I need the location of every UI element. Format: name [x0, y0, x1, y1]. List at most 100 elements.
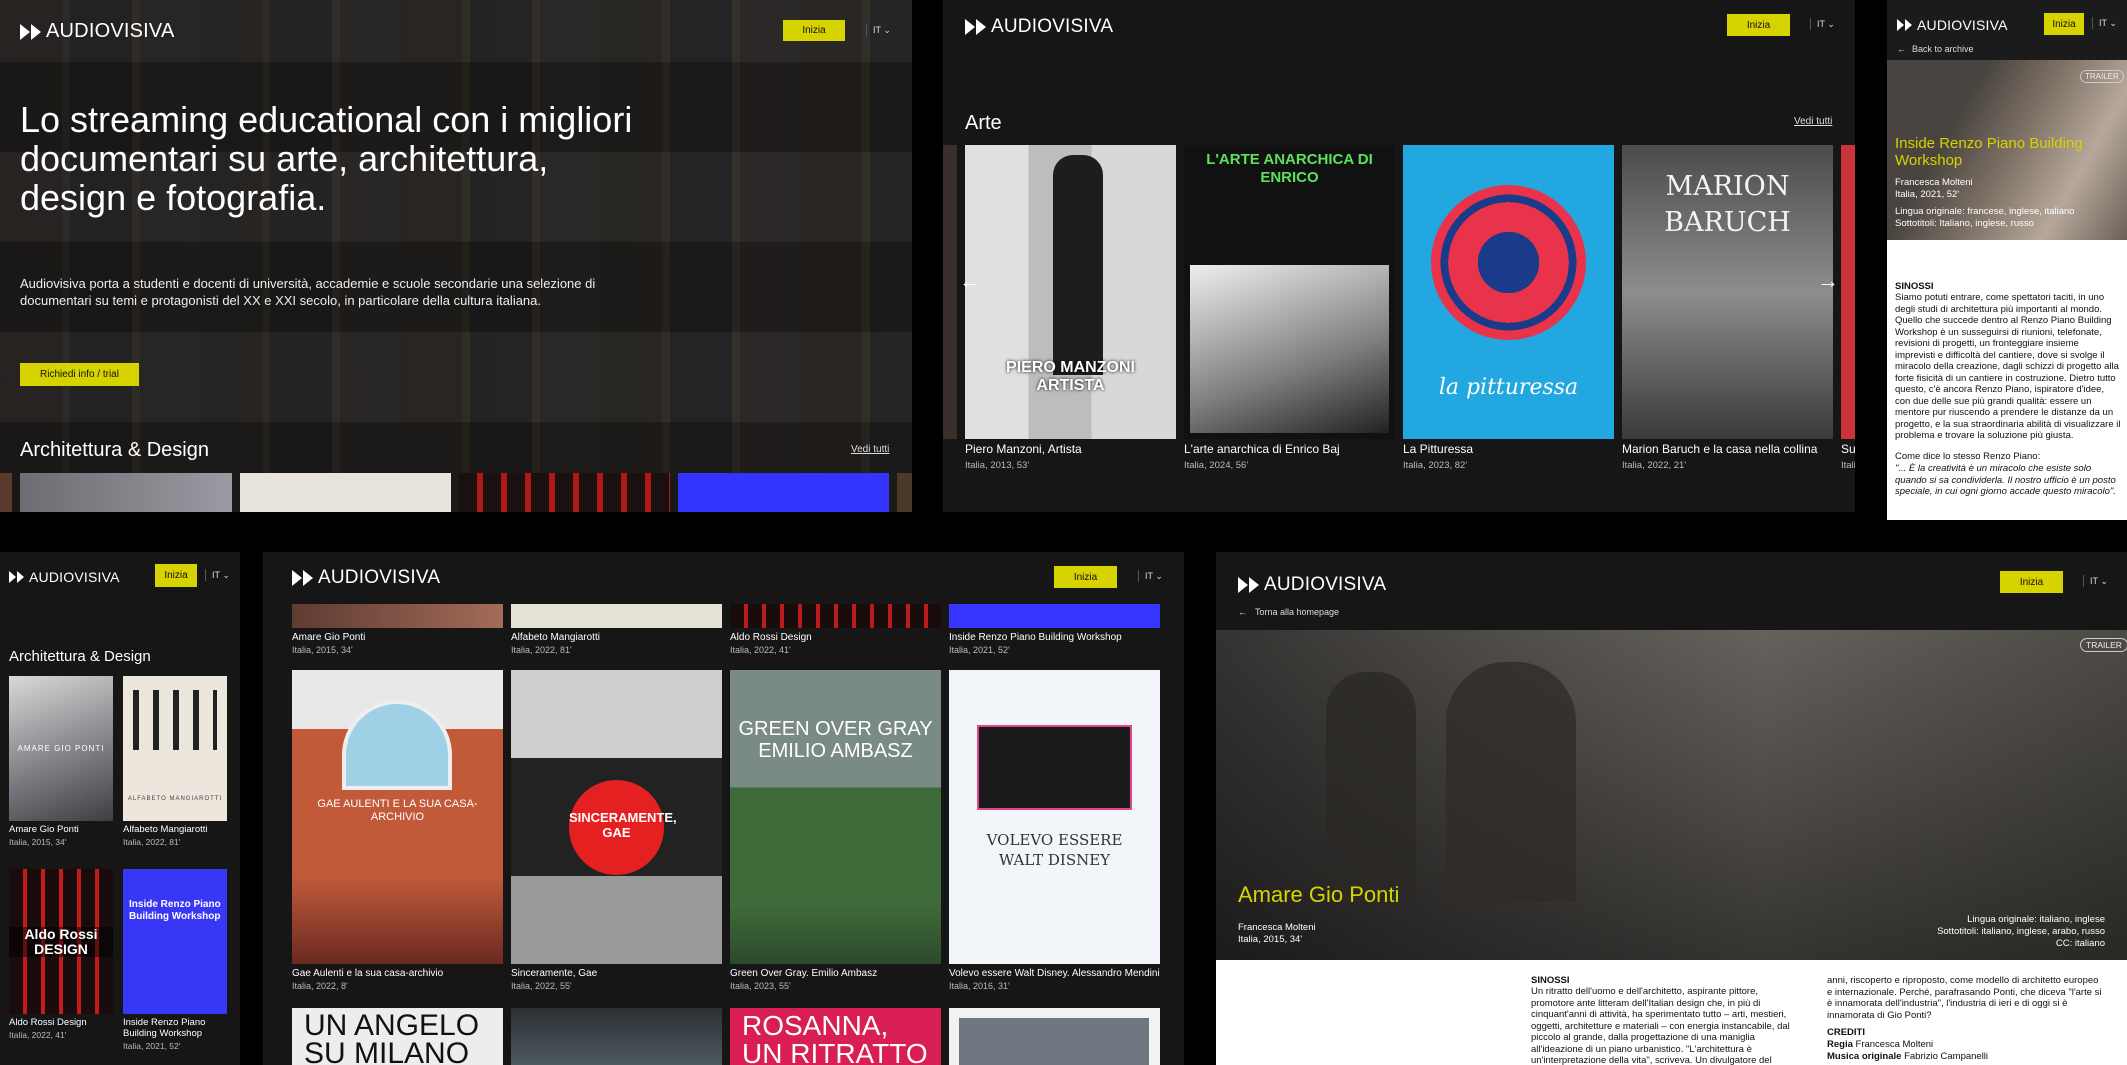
detail-title: Amare Gio Ponti: [1238, 882, 1400, 907]
item-title[interactable]: Aldo Rossi Design: [9, 1017, 113, 1029]
poster-un-angelo-su-milano[interactable]: UN ANGELO SU MILANO: [292, 1008, 503, 1065]
detail-subtitles: Sottotitoli: Italiano, inglese, russo: [1895, 218, 2034, 229]
carousel-thumb[interactable]: [459, 473, 670, 512]
poster-aldo-rossi-design[interactable]: Aldo Rossi DESIGN: [9, 869, 113, 1014]
start-button[interactable]: Inizia: [155, 564, 197, 587]
grid-item-caption: Green Over Gray. Emilio Ambasz Italia, 20…: [730, 968, 941, 991]
poster-cropped[interactable]: [511, 1008, 722, 1065]
brand-name: AUDIOVISIVA: [1264, 574, 1387, 595]
item-title[interactable]: Aldo Rossi Design: [730, 632, 941, 644]
start-button[interactable]: Inizia: [2044, 13, 2084, 35]
back-link[interactable]: ← Back to archive: [1897, 44, 1974, 54]
item-title[interactable]: Gae Aulenti e la sua casa-archivio: [292, 968, 503, 980]
poster-cropped[interactable]: [949, 604, 1160, 628]
poster-sinceramente-gae[interactable]: SINCERAMENTE, GAE: [511, 670, 722, 964]
poster-cropped[interactable]: [511, 604, 722, 628]
item-title[interactable]: Marion Baruch e la casa nella collina: [1622, 442, 1832, 457]
poster-enrico-baj[interactable]: L'ARTE ANARCHICA DI ENRICO: [1184, 145, 1395, 439]
poster-alfabeto-mangiarotti[interactable]: ALFABETO MANGIAROTTI: [123, 676, 227, 821]
home-panel: AUDIOVISIVA Inizia IT ⌄ Lo streaming edu…: [0, 0, 912, 512]
chevron-down-icon: ⌄: [883, 25, 891, 35]
brand-logo[interactable]: AUDIOVISIVA: [20, 20, 175, 43]
start-button[interactable]: Inizia: [783, 20, 845, 41]
see-all-link[interactable]: Vedi tutti: [851, 444, 889, 455]
item-title[interactable]: Amare Gio Ponti: [9, 824, 113, 836]
brand-logo[interactable]: AUDIOVISIVA: [1238, 574, 1386, 596]
start-button[interactable]: Inizia: [1054, 566, 1117, 588]
chevron-down-icon: ⌄: [1155, 571, 1163, 581]
chevron-down-icon: ⌄: [2100, 576, 2108, 586]
language-selector[interactable]: IT ⌄: [866, 24, 891, 36]
poster-marion-baruch[interactable]: MARION BARUCH: [1622, 145, 1833, 439]
language-selector[interactable]: IT ⌄: [205, 569, 230, 581]
item-title[interactable]: Volevo essere Walt Disney. Alessandro Me…: [949, 968, 1160, 980]
item-meta: Italia, 2016, 31': [949, 980, 1010, 991]
poster-title-text: GAE AULENTI E LA SUA CASA-ARCHIVIO: [317, 798, 478, 823]
item-title[interactable]: L'arte anarchica di Enrico Baj: [1184, 442, 1394, 457]
poster-volevo-essere-walt-disney[interactable]: VOLEVO ESSERE WALT DISNEY: [949, 670, 1160, 964]
carousel-thumb[interactable]: [897, 473, 912, 512]
back-link[interactable]: ← Torna alla homepage: [1238, 607, 1339, 617]
language-label: IT: [212, 570, 220, 580]
language-selector[interactable]: IT ⌄: [2092, 17, 2117, 29]
carousel-thumb[interactable]: [0, 473, 12, 512]
arrow-right-icon[interactable]: →: [1817, 268, 1839, 294]
poster-la-pitturessa[interactable]: la pitturessa: [1403, 145, 1614, 439]
poster-title-text: VOLEVO ESSERE WALT DISNEY: [986, 831, 1123, 869]
brand-logo[interactable]: AUDIOVISIVA: [1897, 17, 2008, 33]
poster-inside-renzo-piano[interactable]: Inside Renzo Piano Building Workshop: [123, 869, 227, 1014]
brand-logo[interactable]: AUDIOVISIVA: [965, 16, 1113, 38]
detail-desktop-panel: AUDIOVISIVA Inizia IT ⌄ ← Torna alla home…: [1216, 552, 2127, 1065]
item-title[interactable]: Sinceramente, Gae: [511, 968, 722, 980]
language-selector[interactable]: IT ⌄: [1138, 570, 1163, 582]
item-meta: Italia, 2022, 55': [511, 980, 572, 991]
language-label: IT: [873, 25, 881, 35]
item-title[interactable]: Amare Gio Ponti: [292, 632, 503, 644]
poster-cropped[interactable]: [949, 1008, 1160, 1065]
trailer-badge[interactable]: TRAILER: [2080, 638, 2127, 652]
language-selector[interactable]: IT ⌄: [1810, 18, 1835, 30]
hero-description: Audiovisiva porta a studenti e docenti d…: [20, 276, 596, 308]
item-title[interactable]: Inside Renzo Piano Building Workshop: [949, 632, 1160, 644]
item-title[interactable]: Green Over Gray. Emilio Ambasz: [730, 968, 941, 980]
brand-logo[interactable]: AUDIOVISIVA: [9, 569, 120, 585]
start-button[interactable]: Inizia: [2000, 571, 2063, 593]
poster-cropped[interactable]: [292, 604, 503, 628]
poster-cropped[interactable]: [730, 604, 941, 628]
synopsis-label: SINOSSI: [1895, 281, 1934, 292]
language-selector[interactable]: IT ⌄: [2083, 575, 2108, 587]
arte-item-caption: Marion Baruch e la casa nella collina Ita…: [1622, 442, 1832, 471]
poster-amare-gio-ponti[interactable]: AMARE GIO PONTI: [9, 676, 113, 821]
poster-piero-manzoni[interactable]: PIERO MANZONI ARTISTA: [965, 145, 1176, 439]
poster-rosanna-un-ritratto[interactable]: ROSANNA, UN RITRATTO: [730, 1008, 941, 1065]
item-title[interactable]: Sul: [1841, 443, 1855, 457]
item-meta: Italia, 2022, 21': [1622, 459, 1687, 471]
detail-language: Lingua originale: francese, inglese, ita…: [1895, 206, 2075, 217]
quote-text: "... È la creatività è un miracolo che e…: [1895, 463, 2116, 497]
item-title[interactable]: La Pitturessa: [1403, 442, 1613, 457]
item-title[interactable]: Piero Manzoni, Artista: [965, 442, 1175, 457]
item-title[interactable]: Alfabeto Mangiarotti: [511, 632, 722, 644]
request-info-button[interactable]: Richiedi info / trial: [20, 363, 139, 386]
brand-logo[interactable]: AUDIOVISIVA: [292, 567, 440, 589]
poster-gae-aulenti[interactable]: GAE AULENTI E LA SUA CASA-ARCHIVIO: [292, 670, 503, 964]
poster-green-over-gray[interactable]: GREEN OVER GRAY EMILIO AMBASZ: [730, 670, 941, 964]
arrow-left-icon[interactable]: ←: [959, 268, 981, 294]
start-button[interactable]: Inizia: [1727, 14, 1790, 36]
poster-next-peek[interactable]: [1841, 145, 1855, 439]
see-all-link[interactable]: Vedi tutti: [1794, 116, 1832, 127]
carousel-thumb[interactable]: [678, 473, 889, 512]
carousel-thumb[interactable]: [20, 473, 232, 512]
credit-regia: Regia Francesca Molteni: [1827, 1039, 1933, 1050]
item-title[interactable]: Alfabeto Mangiarotti: [123, 824, 227, 836]
item-title[interactable]: Inside Renzo Piano Building Workshop: [123, 1017, 227, 1040]
chevron-down-icon: ⌄: [1827, 19, 1835, 29]
carousel-thumb[interactable]: [240, 473, 451, 512]
trailer-badge[interactable]: TRAILER: [2080, 70, 2124, 83]
arte-panel: AUDIOVISIVA Inizia IT ⌄ Arte Vedi tutti …: [943, 0, 1855, 512]
back-label: Back to archive: [1912, 44, 1974, 54]
poster-title-text: Inside Renzo Piano Building Workshop: [129, 899, 221, 922]
credit-name: Fabrizio Campanelli: [1904, 1051, 1989, 1062]
poster-title-text: PIERO MANZONI ARTISTA: [1006, 359, 1135, 394]
chevron-down-icon: ⌄: [222, 570, 230, 580]
